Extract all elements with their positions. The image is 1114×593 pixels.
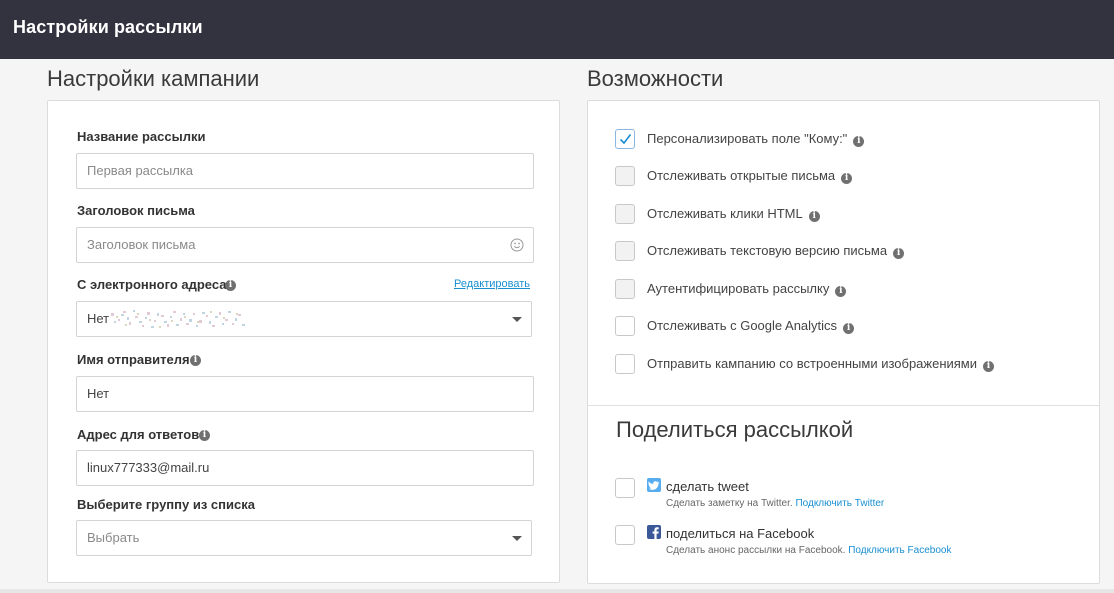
option-label: Аутентифицировать рассылку bbox=[647, 281, 830, 296]
twitter-icon bbox=[647, 478, 661, 492]
twitter-desc-text: Сделать заметку на Twitter. bbox=[666, 498, 793, 509]
reply-address-label: Адрес для ответов bbox=[77, 427, 200, 442]
campaign-name-label: Название рассылки bbox=[77, 129, 206, 144]
reply-address-info-icon[interactable]: i bbox=[199, 430, 210, 441]
option-label: Отслеживать текстовую версию письма bbox=[647, 243, 888, 258]
from-address-select[interactable]: Нет bbox=[76, 301, 532, 337]
redacted-email-image bbox=[111, 310, 245, 328]
info-icon[interactable]: i bbox=[841, 173, 853, 184]
facebook-checkbox[interactable] bbox=[615, 525, 635, 545]
info-icon[interactable]: i bbox=[983, 361, 995, 372]
personalize-to-option: Персонализировать поле "Кому:" i bbox=[647, 131, 865, 147]
option-label: Персонализировать поле "Кому:" bbox=[647, 131, 848, 146]
track-clicks-checkbox[interactable] bbox=[615, 204, 635, 224]
campaign-settings-title: Настройки кампании bbox=[47, 66, 260, 91]
group-select[interactable]: Выбрать bbox=[76, 520, 532, 556]
twitter-checkbox[interactable] bbox=[615, 478, 635, 498]
twitter-description: Сделать заметку на Twitter. Подключить T… bbox=[666, 498, 884, 509]
google-analytics-option: Отслеживать с Google Analytics i bbox=[647, 318, 855, 334]
facebook-description: Сделать анонс рассылки на Facebook. Подк… bbox=[666, 545, 951, 556]
subject-placeholder: Заголовок письма bbox=[87, 237, 196, 252]
reply-address-input[interactable]: linux777333@mail.ru bbox=[76, 450, 534, 486]
track-text-version-checkbox[interactable] bbox=[615, 241, 635, 261]
sender-name-info-icon[interactable]: i bbox=[190, 355, 201, 366]
option-label: Отправить кампанию со встроенными изобра… bbox=[647, 356, 978, 371]
subject-input[interactable]: Заголовок письма bbox=[76, 227, 534, 263]
chevron-down-icon bbox=[512, 536, 522, 541]
option-label: Отслеживать открытые письма bbox=[647, 168, 836, 183]
sender-name-input[interactable]: Нет bbox=[76, 376, 534, 412]
facebook-label: поделиться на Facebook bbox=[666, 526, 815, 541]
share-title: Поделиться рассылкой bbox=[616, 417, 854, 442]
checkmark-icon bbox=[619, 134, 632, 145]
from-address-info-icon[interactable]: i bbox=[225, 280, 236, 291]
emoji-icon[interactable] bbox=[510, 238, 524, 252]
campaign-name-input[interactable]: Первая рассылка bbox=[76, 153, 534, 189]
features-title: Возможности bbox=[587, 66, 724, 91]
embedded-images-checkbox[interactable] bbox=[615, 354, 635, 374]
option-label: Отслеживать клики HTML bbox=[647, 206, 803, 221]
facebook-icon bbox=[647, 525, 661, 539]
info-icon[interactable]: i bbox=[853, 136, 865, 147]
bottom-divider bbox=[0, 589, 1114, 593]
group-select-label: Выберите группу из списка bbox=[77, 497, 255, 512]
connect-facebook-link[interactable]: Подключить Facebook bbox=[848, 545, 951, 556]
track-opens-checkbox[interactable] bbox=[615, 166, 635, 186]
top-bar: Настройки рассылки bbox=[0, 0, 1114, 59]
from-address-value: Нет bbox=[87, 311, 110, 326]
option-label: Отслеживать с Google Analytics bbox=[647, 318, 838, 333]
edit-from-address-link[interactable]: Редактировать bbox=[454, 278, 530, 290]
authenticate-option: Аутентифицировать рассылку i bbox=[647, 281, 847, 297]
chevron-down-icon bbox=[512, 317, 522, 322]
google-analytics-checkbox[interactable] bbox=[615, 316, 635, 336]
info-icon[interactable]: i bbox=[893, 248, 905, 259]
personalize-to-checkbox[interactable] bbox=[615, 129, 635, 149]
info-icon[interactable]: i bbox=[808, 211, 820, 222]
group-select-value: Выбрать bbox=[87, 530, 140, 545]
info-icon[interactable]: i bbox=[843, 323, 855, 334]
track-text-version-option: Отслеживать текстовую версию письма i bbox=[647, 243, 905, 259]
sender-name-label: Имя отправителя bbox=[77, 352, 190, 367]
subject-label: Заголовок письма bbox=[77, 203, 195, 218]
track-clicks-option: Отслеживать клики HTML i bbox=[647, 206, 820, 222]
features-panel: Персонализировать поле "Кому:" i Отслежив… bbox=[587, 100, 1100, 584]
page-title: Настройки рассылки bbox=[13, 17, 203, 37]
from-address-label: С электронного адреса bbox=[77, 277, 227, 292]
divider bbox=[588, 405, 1099, 406]
connect-twitter-link[interactable]: Подключить Twitter bbox=[795, 498, 884, 509]
embedded-images-option: Отправить кампанию со встроенными изобра… bbox=[647, 356, 995, 372]
track-opens-option: Отслеживать открытые письма i bbox=[647, 168, 853, 184]
authenticate-checkbox[interactable] bbox=[615, 279, 635, 299]
twitter-label: сделать tweet bbox=[666, 479, 749, 494]
campaign-settings-panel: Название рассылки Первая рассылка Заголо… bbox=[47, 100, 560, 583]
info-icon[interactable]: i bbox=[835, 286, 847, 297]
facebook-desc-text: Сделать анонс рассылки на Facebook. bbox=[666, 545, 846, 556]
